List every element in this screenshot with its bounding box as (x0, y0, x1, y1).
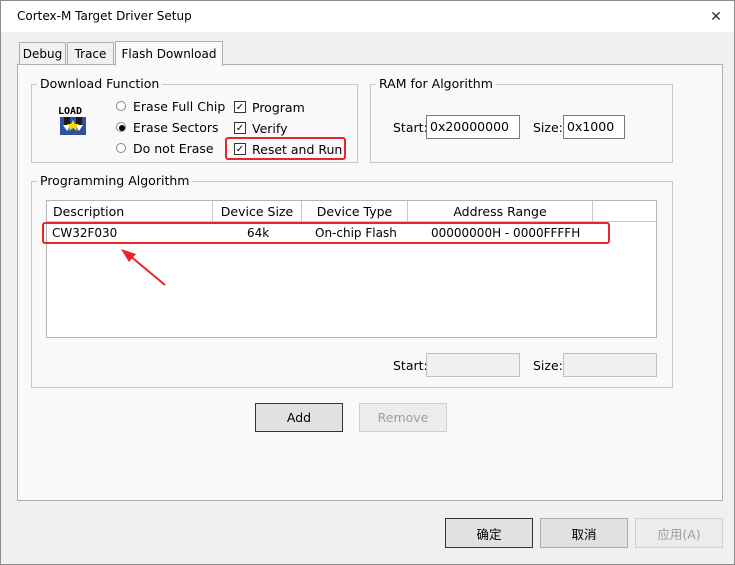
close-button[interactable]: ✕ (701, 4, 731, 29)
tab-trace[interactable]: Trace (67, 42, 114, 64)
radio-do-not-erase[interactable]: Do not Erase (116, 141, 226, 157)
algo-start-input[interactable] (426, 353, 520, 377)
algo-size-label: Size: (533, 358, 563, 373)
column-header-description[interactable]: Description (47, 201, 213, 222)
check-verify-box[interactable]: ✓ (234, 122, 246, 134)
check-verify[interactable]: ✓ Verify (234, 121, 324, 137)
column-header-address-range[interactable]: Address Range (408, 201, 593, 222)
ram-size-label: Size: (533, 120, 563, 135)
download-function-label: Download Function (37, 77, 163, 91)
tab-debug-label: Debug (22, 46, 63, 61)
radio-erase-full-chip[interactable]: Erase Full Chip (116, 99, 226, 115)
cancel-button[interactable]: 取消 (540, 518, 628, 548)
annotation-arrow-icon (121, 249, 166, 286)
window-title: Cortex-M Target Driver Setup (17, 9, 192, 23)
algo-start-label: Start: (393, 358, 428, 373)
column-header-device-size[interactable]: Device Size (213, 201, 302, 222)
column-header-device-type[interactable]: Device Type (302, 201, 408, 222)
radio-do-not-erase-indicator[interactable] (116, 143, 126, 153)
radio-erase-sectors-indicator[interactable] (116, 122, 126, 132)
title-bar: Cortex-M Target Driver Setup ✕ (1, 1, 734, 32)
tab-flash-download-label: Flash Download (121, 47, 217, 61)
check-program-label: Program (252, 100, 305, 115)
radio-erase-full-chip-label: Erase Full Chip (133, 99, 226, 114)
check-verify-label: Verify (252, 121, 288, 136)
tab-trace-label: Trace (74, 46, 107, 61)
algo-size-input[interactable] (563, 353, 657, 377)
column-header-empty (593, 201, 656, 222)
check-program[interactable]: ✓ Program (234, 100, 324, 116)
add-button[interactable]: Add (255, 403, 343, 432)
dialog-window: Cortex-M Target Driver Setup ✕ Debug Tra… (0, 0, 735, 565)
ram-start-input[interactable]: 0x20000000 (426, 115, 520, 139)
ok-button[interactable]: 确定 (445, 518, 533, 548)
tab-flash-download[interactable]: Flash Download (115, 41, 223, 66)
svg-text:LOAD: LOAD (58, 106, 82, 117)
radio-erase-sectors[interactable]: Erase Sectors (116, 120, 226, 136)
annotation-box-reset-and-run (225, 137, 346, 160)
close-icon: ✕ (710, 8, 722, 25)
load-icon: LOAD (56, 103, 92, 136)
programming-algorithm-label: Programming Algorithm (37, 174, 193, 188)
tab-debug[interactable]: Debug (19, 42, 66, 64)
radio-do-not-erase-label: Do not Erase (133, 141, 214, 156)
check-program-box[interactable]: ✓ (234, 101, 246, 113)
ram-size-input[interactable]: 0x1000 (563, 115, 625, 139)
radio-erase-sectors-label: Erase Sectors (133, 120, 219, 135)
ram-start-label: Start: (393, 120, 428, 135)
remove-button[interactable]: Remove (359, 403, 447, 432)
ram-for-algorithm-label: RAM for Algorithm (376, 77, 496, 91)
apply-button[interactable]: 应用(A) (635, 518, 723, 548)
radio-erase-full-chip-indicator[interactable] (116, 101, 126, 111)
